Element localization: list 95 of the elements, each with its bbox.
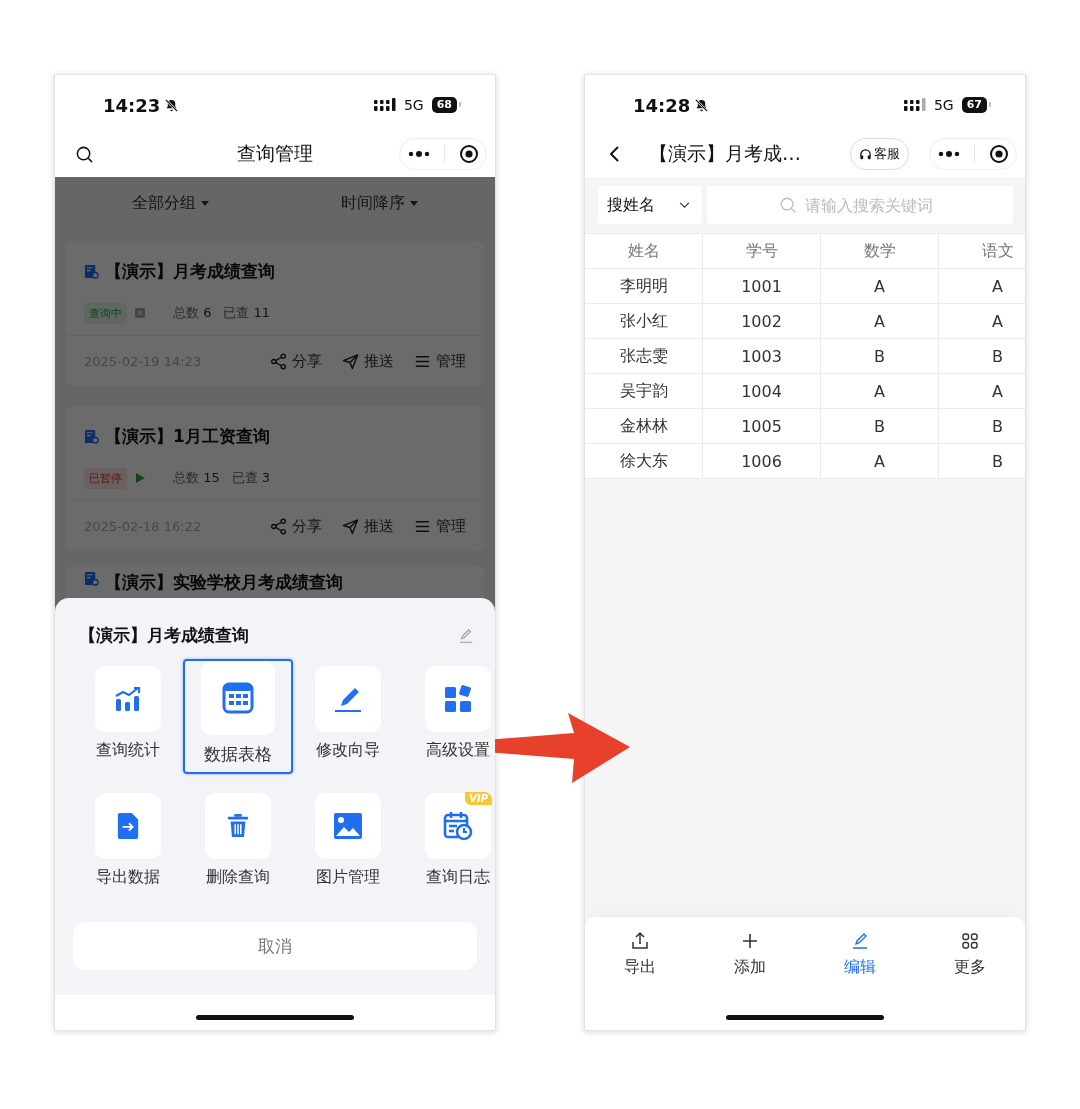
toolbar-button[interactable]: 编辑: [825, 931, 895, 978]
column-header: 学号: [702, 233, 821, 269]
more-icon[interactable]: [936, 150, 961, 158]
headset-icon: [859, 147, 872, 161]
query-title: 【演示】实验学校月考成绩查询: [105, 571, 343, 594]
sheet-action[interactable]: 查询统计: [73, 659, 183, 774]
image-icon: [333, 812, 363, 840]
table-cell: A: [820, 373, 939, 409]
sheet-action[interactable]: 数据表格: [183, 659, 293, 774]
bell-muted-icon: [694, 97, 710, 113]
sheet-action[interactable]: VIP 查询日志: [403, 786, 495, 896]
table-cell: A: [820, 443, 939, 479]
toolbar-button[interactable]: 添加: [715, 931, 785, 978]
sheet-action[interactable]: 修改向导: [293, 659, 403, 774]
search-icon: [779, 196, 797, 214]
action-label: 查询日志: [426, 867, 490, 888]
sheet-title: 【演示】月考成绩查询: [79, 624, 249, 647]
table-cell: A: [820, 303, 939, 339]
share-icon: [270, 352, 287, 370]
target-icon[interactable]: [459, 144, 480, 164]
file-export-icon: [116, 812, 140, 840]
action-label: 高级设置: [426, 740, 490, 761]
table-cell: 张志雯: [585, 338, 703, 374]
bell-muted-icon: [164, 97, 180, 113]
page-title: 查询管理: [237, 141, 313, 166]
table-cell: 李明明: [585, 268, 703, 304]
pencil-icon: [850, 931, 870, 951]
blocks-icon: [444, 685, 472, 713]
table-cell: 1002: [702, 303, 821, 339]
table-icon: [222, 682, 254, 714]
table-cell: B: [820, 338, 939, 374]
card-action-button[interactable]: 管理: [414, 516, 466, 536]
signal-icon: [373, 98, 396, 112]
table-cell: 1003: [702, 338, 821, 374]
action-label: 删除查询: [206, 867, 270, 888]
status-tag: 已暂停: [84, 467, 127, 489]
send-icon: [342, 517, 359, 535]
table-cell: 张小红: [585, 303, 703, 339]
toolbar-button[interactable]: 导出: [605, 931, 675, 978]
total-count: 总数 6: [173, 304, 212, 322]
sheet-action[interactable]: 图片管理: [293, 786, 403, 896]
cancel-button[interactable]: 取消: [73, 922, 477, 970]
sheet-action[interactable]: 导出数据: [73, 786, 183, 896]
search-field[interactable]: 请输入搜索关键词: [707, 186, 1013, 224]
table-cell: 1001: [702, 268, 821, 304]
document-search-icon: [84, 263, 99, 279]
checked-count: 已查 3: [231, 469, 271, 487]
service-button[interactable]: 客服: [850, 138, 909, 170]
network-label: 5G: [403, 97, 424, 113]
search-icon[interactable]: [75, 144, 94, 164]
action-label: 修改向导: [316, 740, 380, 761]
document-search-icon: [84, 571, 99, 586]
sheet-action[interactable]: 高级设置: [403, 659, 495, 774]
target-icon[interactable]: [989, 144, 1010, 164]
document-search-icon: [84, 428, 99, 444]
calendar-clock-icon: [443, 811, 473, 841]
page-title: 【演示】月考成…: [649, 141, 801, 166]
send-icon: [342, 352, 359, 370]
trash-icon: [226, 813, 250, 839]
table-cell: 1005: [702, 408, 821, 444]
share-icon: [270, 517, 287, 535]
checked-count: 已查 11: [223, 304, 271, 322]
action-label: 图片管理: [316, 867, 380, 888]
column-header: 姓名: [585, 233, 703, 269]
plus-icon: [740, 931, 760, 951]
sheet-action[interactable]: 删除查询: [183, 786, 293, 896]
action-label: 查询统计: [96, 740, 160, 761]
toolbar-button[interactable]: 更多: [935, 931, 1005, 978]
column-header: 数学: [820, 233, 939, 269]
network-label: 5G: [933, 97, 954, 113]
total-count: 总数 15: [173, 469, 220, 487]
more-icon[interactable]: [406, 150, 431, 158]
vip-badge: VIP: [465, 792, 492, 805]
table-cell: 徐大东: [585, 443, 703, 479]
bar-chart-icon: [114, 685, 142, 713]
action-label: 数据表格: [204, 743, 272, 766]
table-cell: B: [820, 408, 939, 444]
card-action-button[interactable]: 管理: [414, 351, 466, 371]
table-cell: 吴宇韵: [585, 373, 703, 409]
signal-icon: [903, 98, 926, 112]
query-title: 【演示】1月工资查询: [105, 424, 270, 448]
field-select[interactable]: 搜姓名: [598, 186, 702, 224]
query-title: 【演示】月考成绩查询: [105, 259, 275, 283]
table-cell: 金林林: [585, 408, 703, 444]
upload-icon: [630, 931, 650, 951]
action-label: 导出数据: [96, 867, 160, 888]
status-time: 14:23: [103, 94, 161, 116]
grid-icon: [960, 931, 980, 951]
chevron-down-icon: [679, 201, 690, 209]
column-header: 语文: [938, 233, 1025, 269]
status-time: 14:28: [633, 94, 691, 116]
table-cell: A: [820, 268, 939, 304]
table-cell: 1006: [702, 443, 821, 479]
status-tag: 查询中: [84, 302, 127, 324]
table-cell: 1004: [702, 373, 821, 409]
